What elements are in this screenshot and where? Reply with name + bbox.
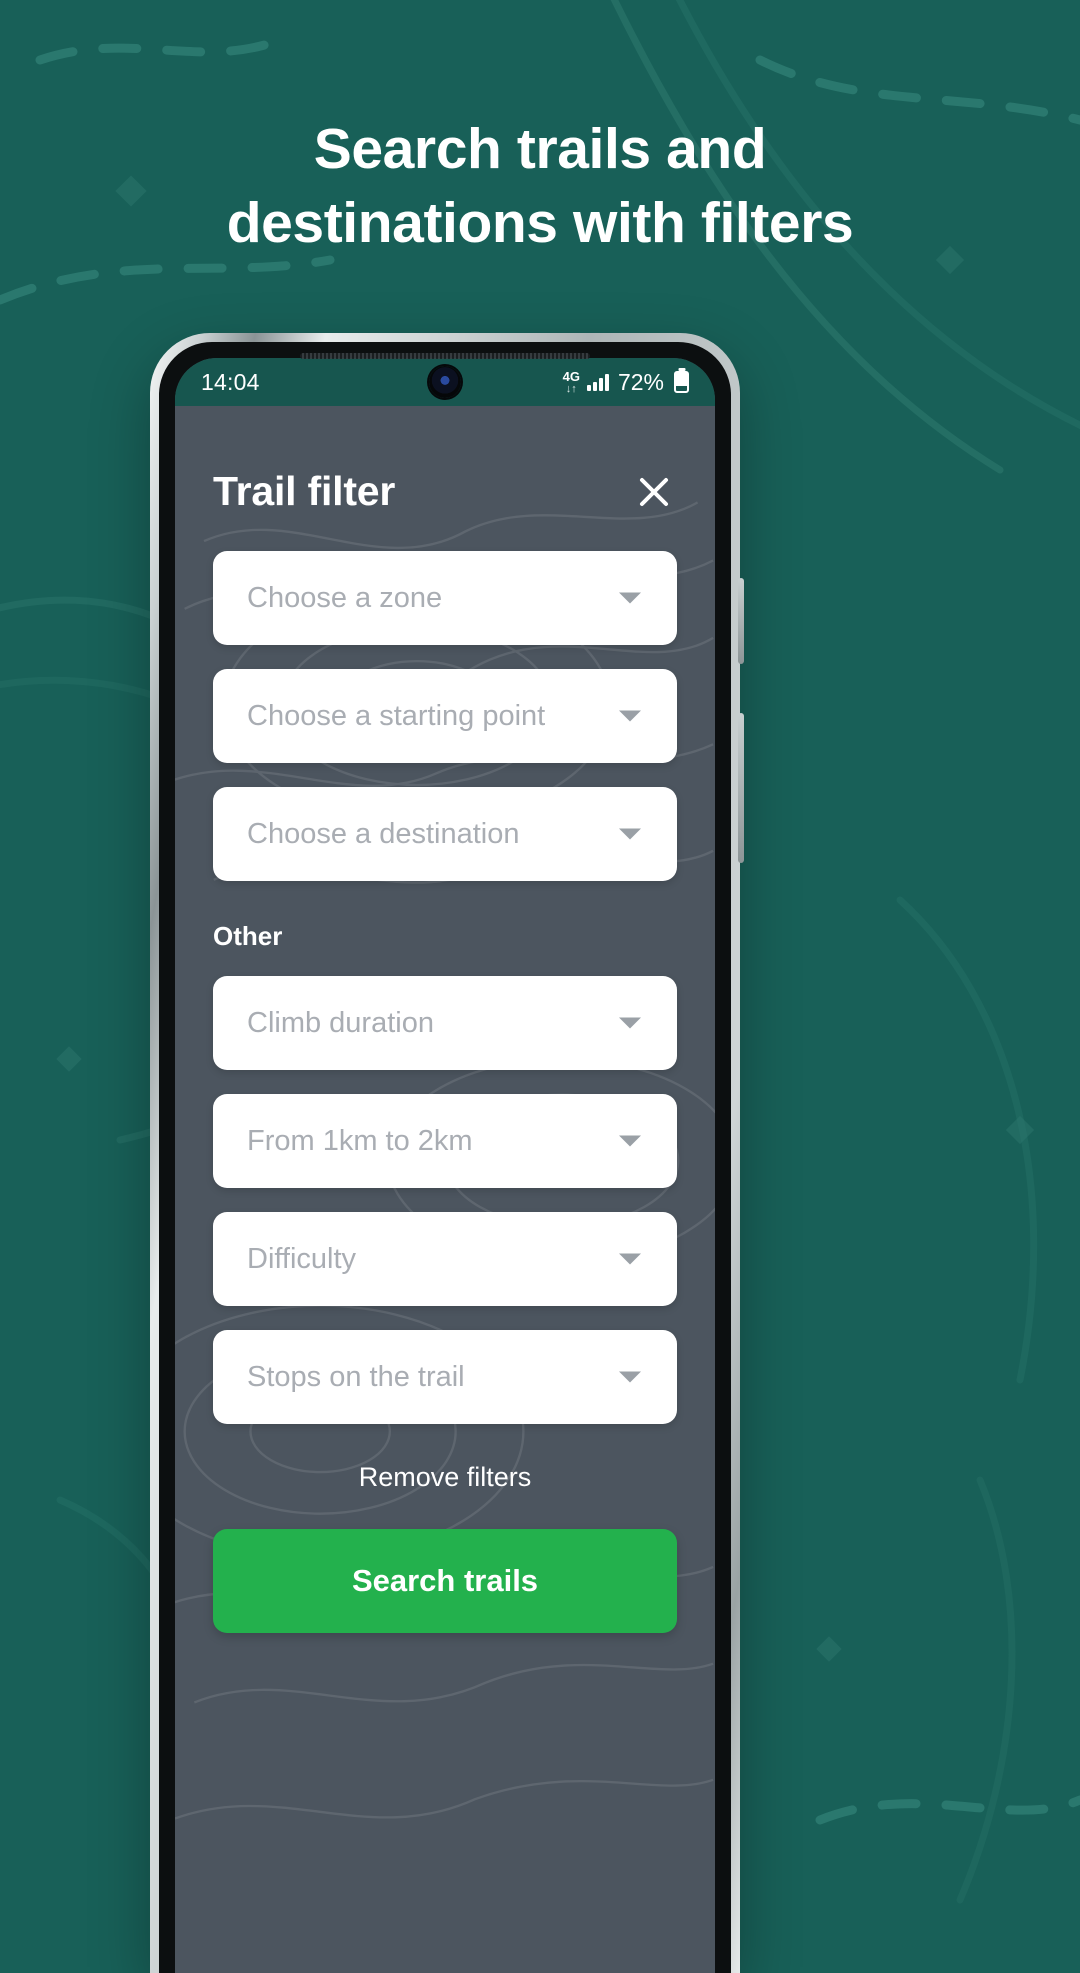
phone-power-button [738,713,744,863]
chevron-down-icon [619,828,641,840]
page-title: Trail filter [213,468,396,514]
dropdown-climb-duration[interactable]: Climb duration [213,976,677,1070]
dropdown-distance-range[interactable]: From 1km to 2km [213,1094,677,1188]
chevron-down-icon [619,710,641,722]
chevron-down-icon [619,1017,641,1029]
dropdown-difficulty[interactable]: Difficulty [213,1212,677,1306]
chevron-down-icon [619,1371,641,1383]
chevron-down-icon [619,1135,641,1147]
battery-icon [674,371,689,393]
data-transfer-arrows-icon: ↓↑ [565,382,577,395]
headline-line-1: Search trails and [313,117,767,181]
section-other-label: Other [213,921,283,951]
earpiece-speaker-icon [300,353,590,359]
dropdown-stops-on-trail[interactable]: Stops on the trail [213,1330,677,1424]
chevron-down-icon [619,1253,641,1265]
remove-filters-link[interactable]: Remove filters [213,1462,677,1493]
signal-bars-icon [586,373,609,391]
dropdown-zone[interactable]: Choose a zone [213,551,677,645]
phone-screen: 14:04 4G ↓↑ 72% Trail filter Choose a zo… [175,358,715,1973]
network-type-label: 4G [562,368,580,384]
dropdown-zone-label: Choose a zone [247,581,443,614]
other-filter-group: Climb duration From 1km to 2km Difficult… [213,976,677,1424]
chevron-down-icon [619,592,641,604]
dropdown-destination[interactable]: Choose a destination [213,787,677,881]
status-bar-indicators: 4G ↓↑ 72% [563,369,689,396]
phone-mockup: 14:04 4G ↓↑ 72% Trail filter Choose a zo… [150,333,744,1973]
sheet-content: Trail filter Choose a zone Choose a star… [175,406,715,1633]
trail-filter-sheet: Trail filter Choose a zone Choose a star… [175,406,715,1973]
dropdown-difficulty-label: Difficulty [247,1242,357,1275]
headline-line-2: destinations with filters [226,191,854,256]
dropdown-destination-label: Choose a destination [247,817,520,850]
sheet-header: Trail filter [213,406,677,515]
dropdown-starting-point[interactable]: Choose a starting point [213,669,677,763]
search-trails-button[interactable]: Search trails [213,1529,677,1633]
close-icon[interactable] [631,469,677,515]
promo-headline: Search trails and destinations with filt… [0,112,1080,260]
battery-percent-label: 72% [617,368,664,395]
primary-filter-group: Choose a zone Choose a starting point Ch… [213,551,677,881]
dropdown-stops-on-trail-label: Stops on the trail [247,1360,465,1393]
dropdown-starting-point-label: Choose a starting point [247,699,546,732]
network-type-icon: 4G ↓↑ [563,370,580,395]
phone-bezel: 14:04 4G ↓↑ 72% Trail filter Choose a zo… [159,342,731,1973]
dropdown-climb-duration-label: Climb duration [247,1006,434,1039]
status-bar-time: 14:04 [201,368,260,395]
front-camera-icon [429,366,461,398]
phone-volume-button [738,578,744,664]
dropdown-distance-range-label: From 1km to 2km [247,1124,473,1157]
